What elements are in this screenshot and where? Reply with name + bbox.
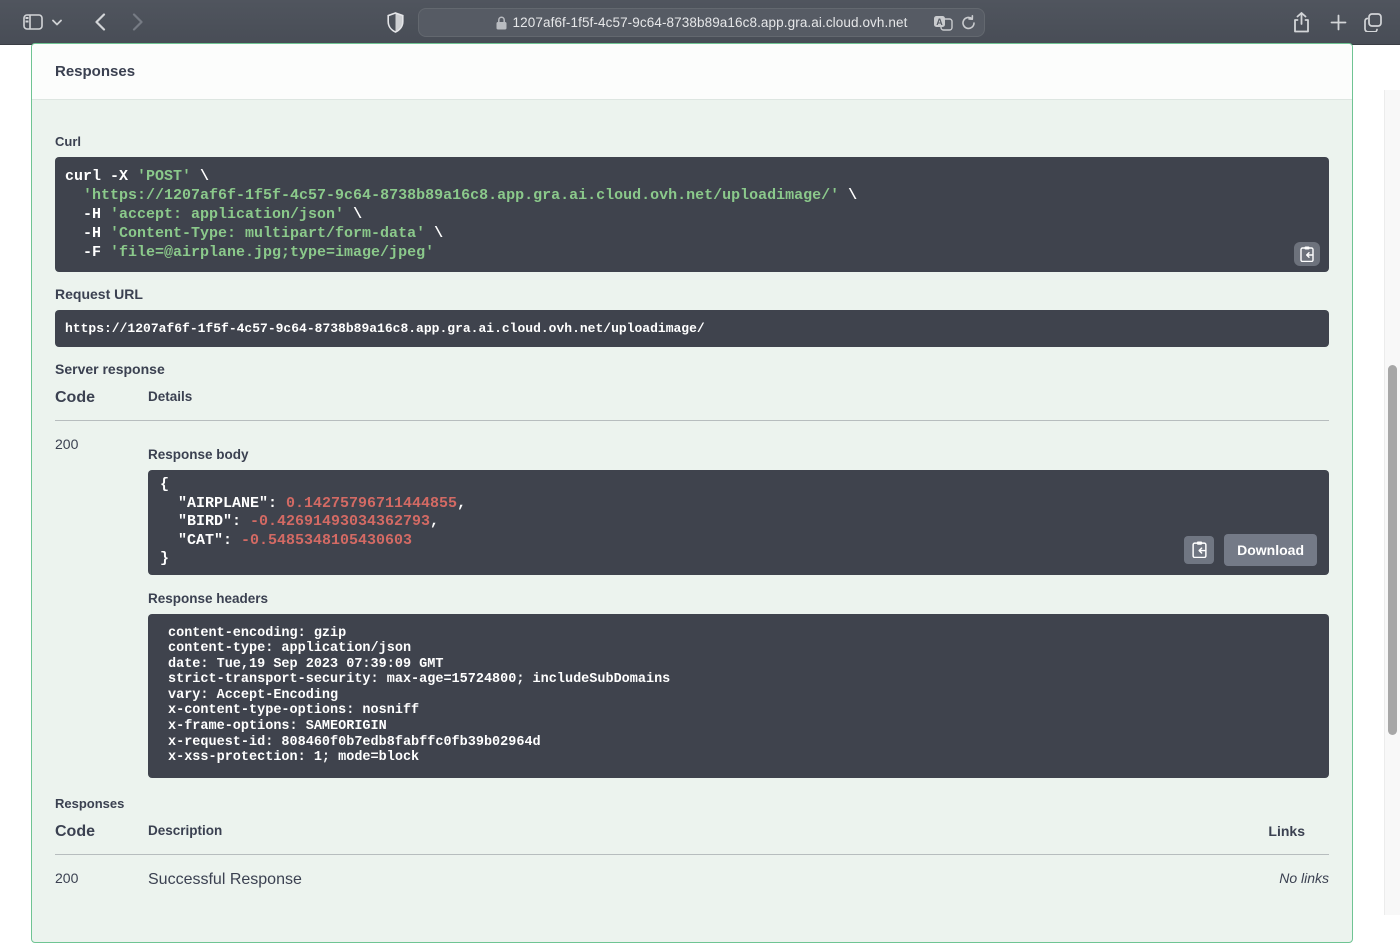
curl-code-block: curl -X 'POST' \ 'https://1207af6f-1f5f-… [55, 157, 1329, 272]
translate-icon[interactable]: A [933, 15, 953, 31]
responses-section-body: Curl curl -X 'POST' \ 'https://1207af6f-… [32, 100, 1352, 889]
response-headers-text: content-encoding: gzipcontent-type: appl… [168, 626, 1309, 766]
responses-section-header: Responses [32, 44, 1352, 100]
back-button[interactable] [88, 7, 112, 37]
sidebar-dropdown-button[interactable] [48, 7, 66, 37]
url-bar[interactable]: 1207af6f-1f5f-4c57-9c64-8738b89a16c8.app… [418, 8, 985, 37]
new-tab-button[interactable] [1326, 7, 1350, 37]
sidebar-icon [23, 14, 43, 30]
curl-code-text: curl -X 'POST' \ 'https://1207af6f-1f5f-… [65, 167, 1319, 262]
responses-table: Code Description Links 200 Successful Re… [55, 823, 1329, 889]
page-scrollbar-thumb[interactable] [1388, 365, 1397, 735]
responses-table-header: Code Description Links [55, 823, 1329, 855]
share-button[interactable] [1289, 7, 1313, 37]
clipboard-copy-icon [1300, 246, 1314, 262]
chevron-left-icon [94, 13, 106, 31]
responses-table-label: Responses [55, 796, 1329, 811]
response-body-json: { "AIRPLANE": 0.14275796711444855, "BIRD… [160, 476, 1317, 569]
response-details-cell: Response body { "AIRPLANE": 0.1427579671… [148, 436, 1329, 778]
code-column-header: Code [55, 823, 148, 841]
response-body-block: { "AIRPLANE": 0.14275796711444855, "BIRD… [148, 470, 1329, 575]
chevron-right-icon [132, 13, 144, 31]
responses-section-title: Responses [55, 63, 135, 80]
reload-icon[interactable] [961, 15, 976, 31]
links-column-header: Links [1268, 823, 1329, 841]
sidebar-toggle-button[interactable] [20, 7, 46, 37]
response-body-copy-button[interactable] [1184, 536, 1214, 564]
request-url-label: Request URL [55, 286, 1329, 302]
details-column-header: Details [148, 389, 1329, 407]
request-url-text: https://1207af6f-1f5f-4c57-9c64-8738b89a… [65, 322, 1319, 335]
clipboard-copy-icon [1192, 541, 1207, 558]
documented-links: No links [1279, 870, 1329, 889]
curl-copy-button[interactable] [1294, 242, 1320, 266]
description-column-header: Description [148, 823, 1268, 841]
curl-label: Curl [55, 100, 1329, 149]
responses-table-row: 200 Successful Response No links [55, 855, 1329, 889]
page-scrollbar-track[interactable] [1384, 90, 1400, 915]
request-url-block: https://1207af6f-1f5f-4c57-9c64-8738b89a… [55, 310, 1329, 347]
documented-status-code: 200 [55, 870, 148, 889]
share-icon [1293, 12, 1310, 33]
shield-icon [387, 12, 404, 33]
lock-icon [496, 16, 507, 30]
tab-overview-button[interactable] [1360, 7, 1386, 37]
url-text: 1207af6f-1f5f-4c57-9c64-8738b89a16c8.app… [513, 15, 908, 30]
tabs-icon [1363, 12, 1383, 32]
privacy-report-button[interactable] [384, 7, 406, 37]
swagger-page: Responses Curl curl -X 'POST' \ 'https:/… [0, 45, 1400, 870]
code-column-header: Code [55, 389, 148, 407]
response-headers-block: content-encoding: gzipcontent-type: appl… [148, 614, 1329, 778]
server-response-label: Server response [55, 361, 1329, 377]
svg-text:A: A [936, 16, 943, 26]
server-response-table: Code Details 200 Response body { "AIRPLA… [55, 389, 1329, 778]
download-button[interactable]: Download [1224, 534, 1317, 566]
response-status-code: 200 [55, 436, 148, 778]
response-headers-label: Response headers [148, 591, 1329, 606]
chevron-down-icon [52, 19, 62, 26]
operation-block: Responses Curl curl -X 'POST' \ 'https:/… [31, 43, 1353, 943]
documented-description: Successful Response [148, 870, 1279, 889]
browser-toolbar: 1207af6f-1f5f-4c57-9c64-8738b89a16c8.app… [0, 0, 1400, 45]
response-body-label: Response body [148, 447, 1329, 462]
forward-button[interactable] [126, 7, 150, 37]
server-response-table-header: Code Details [55, 389, 1329, 421]
response-body-actions: Download [1184, 534, 1317, 566]
plus-icon [1330, 14, 1347, 31]
server-response-row: 200 Response body { "AIRPLANE": 0.142757… [55, 421, 1329, 778]
